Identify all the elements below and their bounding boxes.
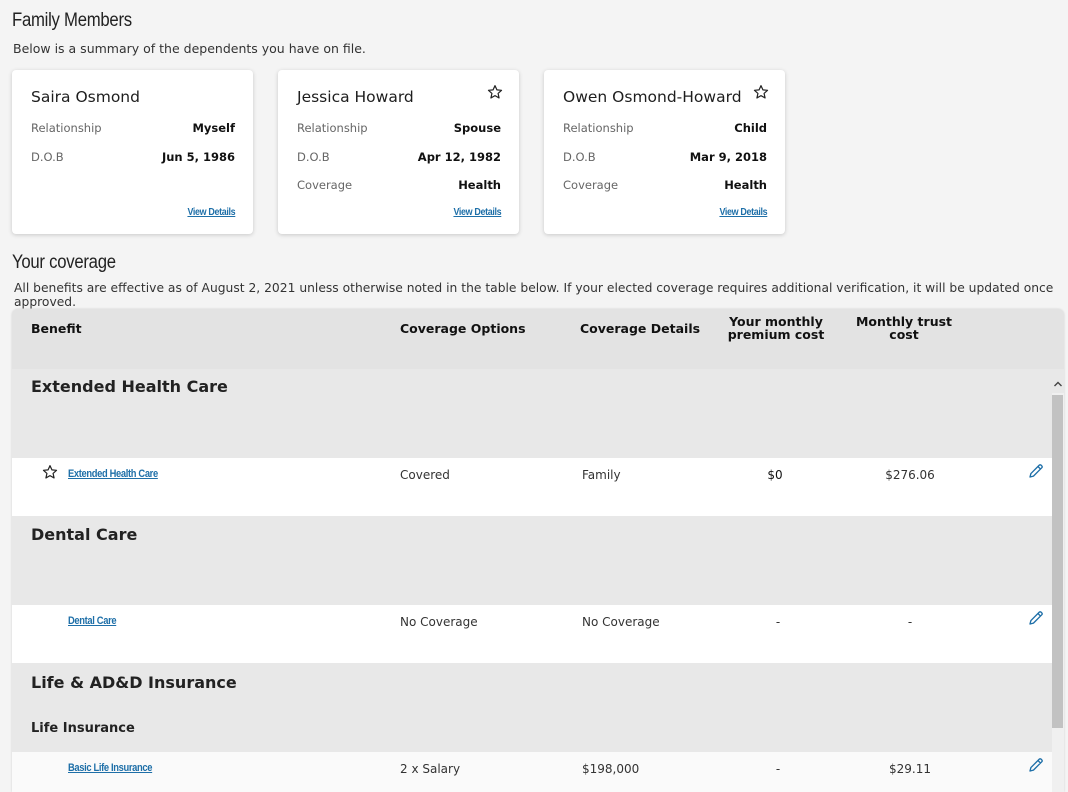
monthly-trust-cost: - — [907, 615, 913, 629]
family-members-subtitle: Below is a summary of the dependents you… — [13, 41, 366, 56]
star-icon[interactable] — [42, 464, 58, 480]
monthly-trust-cost: $29.11 — [889, 762, 931, 776]
coverage-row: Coverage Health — [563, 178, 767, 194]
benefit-link[interactable]: Basic Life Insurance — [68, 762, 152, 774]
dob-row: D.O.B Jun 5, 1986 — [31, 150, 235, 166]
coverage-table: Benefit Coverage Options Coverage Detail… — [12, 309, 1064, 792]
member-name: Saira Osmond — [31, 88, 140, 106]
col-monthly-premium-line2: premium cost — [727, 327, 825, 342]
coverage-subtitle: All benefits are effective as of August … — [14, 281, 1054, 309]
member-card-saira: Saira Osmond Relationship Myself D.O.B J… — [12, 70, 253, 234]
col-monthly-trust: Monthly trust cost — [846, 315, 962, 341]
member-name: Owen Osmond-Howard — [563, 88, 742, 106]
coverage-detail: Family — [582, 468, 621, 482]
monthly-premium: - — [775, 615, 781, 629]
group-life-add-insurance: Life & AD&D Insurance Life Insurance — [12, 663, 1052, 752]
group-title: Dental Care — [31, 525, 138, 544]
benefit-link[interactable]: Extended Health Care — [68, 468, 158, 480]
dob-value: Apr 12, 1982 — [417, 150, 501, 164]
group-subtitle: Life Insurance — [31, 721, 135, 736]
scrollbar-thumb[interactable] — [1052, 395, 1063, 728]
col-benefit: Benefit — [31, 321, 82, 336]
pencil-icon[interactable] — [1027, 756, 1045, 774]
star-icon[interactable] — [753, 84, 769, 100]
relationship-row: Relationship Myself — [31, 121, 235, 137]
relationship-value: Child — [734, 121, 767, 135]
coverage-detail: $198,000 — [582, 762, 640, 776]
member-card-owen: Owen Osmond-Howard Relationship Child D.… — [544, 70, 785, 234]
dob-value: Mar 9, 2018 — [689, 150, 767, 164]
dob-label: D.O.B — [563, 150, 596, 164]
member-card-jessica: Jessica Howard Relationship Spouse D.O.B… — [278, 70, 519, 234]
relationship-row: Relationship Child — [563, 121, 767, 137]
monthly-premium: - — [775, 762, 781, 776]
group-title: Extended Health Care — [31, 377, 228, 396]
member-name: Jessica Howard — [297, 88, 414, 106]
table-row: Dental Care No Coverage No Coverage - - — [12, 605, 1052, 663]
relationship-row: Relationship Spouse — [297, 121, 501, 137]
coverage-row: Coverage Health — [297, 178, 501, 194]
view-details-link[interactable]: View Details — [187, 206, 235, 218]
dob-value: Jun 5, 1986 — [161, 150, 235, 164]
col-monthly-premium: Your monthly premium cost — [718, 315, 834, 341]
scroll-up-arrow[interactable] — [1052, 377, 1064, 391]
dob-row: D.O.B Mar 9, 2018 — [563, 150, 767, 166]
coverage-detail: No Coverage — [582, 615, 660, 629]
relationship-label: Relationship — [563, 121, 634, 135]
group-title: Life & AD&D Insurance — [31, 673, 237, 692]
dob-label: D.O.B — [31, 150, 64, 164]
relationship-label: Relationship — [31, 121, 102, 135]
table-row: Extended Health Care Covered Family $0 $… — [12, 458, 1052, 516]
col-coverage-details: Coverage Details — [580, 321, 701, 336]
star-icon[interactable] — [487, 84, 503, 100]
view-details-link[interactable]: View Details — [453, 206, 501, 218]
pencil-icon[interactable] — [1027, 609, 1045, 627]
benefit-link[interactable]: Dental Care — [68, 615, 117, 627]
monthly-premium: $0 — [767, 468, 783, 482]
coverage-title: Your coverage — [12, 252, 116, 273]
relationship-value: Spouse — [453, 121, 501, 135]
view-details-link[interactable]: View Details — [719, 206, 767, 218]
coverage-option: Covered — [400, 468, 450, 482]
coverage-label: Coverage — [563, 178, 619, 192]
monthly-trust-cost: $276.06 — [885, 468, 935, 482]
pencil-icon[interactable] — [1027, 462, 1045, 480]
relationship-value: Myself — [192, 121, 235, 135]
col-coverage-options: Coverage Options — [400, 321, 526, 336]
group-dental-care: Dental Care — [12, 516, 1052, 605]
coverage-option: 2 x Salary — [400, 762, 461, 776]
col-monthly-trust-line2: cost — [889, 327, 919, 342]
table-row: Basic Life Insurance 2 x Salary $198,000… — [12, 752, 1052, 792]
coverage-label: Coverage — [297, 178, 353, 192]
relationship-label: Relationship — [297, 121, 368, 135]
coverage-value: Health — [458, 178, 501, 192]
coverage-option: No Coverage — [400, 615, 478, 629]
group-extended-health-care: Extended Health Care — [12, 369, 1052, 458]
coverage-value: Health — [724, 178, 767, 192]
dob-label: D.O.B — [297, 150, 330, 164]
dob-row: D.O.B Apr 12, 1982 — [297, 150, 501, 166]
table-header: Benefit Coverage Options Coverage Detail… — [12, 309, 1064, 369]
family-members-title: Family Members — [12, 10, 132, 31]
